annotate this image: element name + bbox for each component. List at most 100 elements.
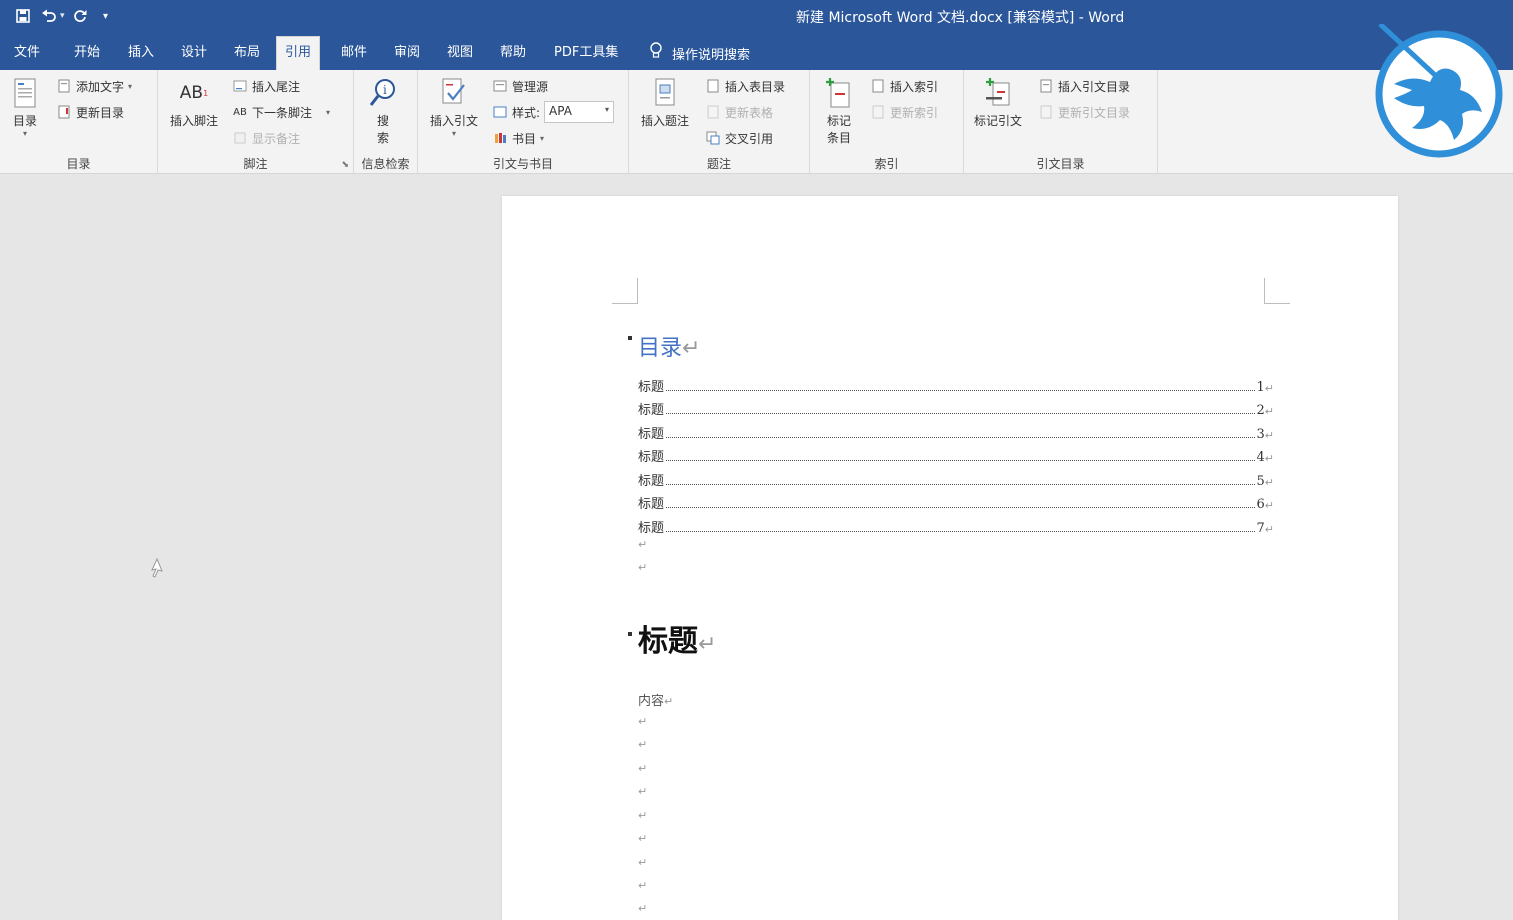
next-footnote-button[interactable]: AB 下一条脚注 ▾ <box>232 101 330 123</box>
para-mark: ↵ <box>1264 475 1274 489</box>
show-notes-button[interactable]: 显示备注 <box>232 127 300 149</box>
undo-dropdown-icon[interactable]: ▾ <box>60 11 65 21</box>
cross-reference-button[interactable]: 交叉引用 <box>705 127 773 149</box>
toc-entry-page: 7 <box>1256 520 1265 536</box>
toc-entry[interactable]: 标题 5 ↵ <box>638 465 1274 489</box>
toc-entry-page: 3 <box>1256 426 1265 442</box>
tell-me-label: 操作说明搜索 <box>672 47 751 63</box>
empty-paragraph[interactable]: ↵ <box>638 785 647 798</box>
tab-home[interactable]: 开始 <box>66 40 108 70</box>
empty-paragraph[interactable]: ↵ <box>638 856 647 869</box>
svg-text:i: i <box>383 83 387 97</box>
toc-entry[interactable]: 标题 3 ↵ <box>638 418 1274 442</box>
manage-sources-button[interactable]: 管理源 <box>492 75 548 97</box>
style-select[interactable]: APA ▾ <box>544 101 615 123</box>
tab-review[interactable]: 审阅 <box>386 40 428 70</box>
tab-pdf-tools[interactable]: PDF工具集 <box>546 40 626 70</box>
mouse-pointer-icon <box>151 558 163 578</box>
insert-citation-button[interactable]: 插入引文 ▾ <box>430 76 478 138</box>
empty-paragraph[interactable]: ↵ <box>638 561 647 574</box>
empty-paragraph[interactable]: ↵ <box>638 902 647 915</box>
toc-entry[interactable]: 标题 1 ↵ <box>638 371 1274 395</box>
body-paragraph[interactable]: 内容↵ <box>638 690 673 709</box>
para-mark: ↵ <box>682 336 701 361</box>
empty-paragraph[interactable]: ↵ <box>638 879 647 892</box>
mark-entry-icon <box>824 76 854 110</box>
search-label-2: 索 <box>376 131 389 145</box>
citation-style-control: 样式: APA ▾ <box>492 101 615 123</box>
toc-entry[interactable]: 标题 7 ↵ <box>638 512 1274 536</box>
insert-table-of-figures-button[interactable]: 插入表目录 <box>705 75 785 97</box>
tab-references[interactable]: 引用 <box>276 36 321 70</box>
update-toc-label: 更新目录 <box>76 105 125 120</box>
add-text-label: 添加文字 <box>76 79 125 94</box>
insert-toa-button[interactable]: 插入引文目录 <box>1038 75 1130 97</box>
update-toc-icon <box>56 104 72 120</box>
heading-1[interactable]: 标题↵ <box>638 616 716 660</box>
empty-paragraph[interactable]: ↵ <box>638 809 647 822</box>
mark-citation-button[interactable]: 标记引文 <box>974 76 1022 129</box>
mark-entry-button[interactable]: 标记 条目 <box>824 76 854 146</box>
cross-reference-icon <box>705 130 721 146</box>
toc-entry-text: 标题 <box>638 520 665 536</box>
update-table-button[interactable]: 更新表格 <box>705 101 773 123</box>
ribbon: 目录 ▾ 添加文字 ▾ 更新目录 目录 AB 1 插入脚注 插入尾注 AB 下一条… <box>0 70 1513 174</box>
bibliography-label: 书目 <box>512 131 537 146</box>
toc-entry[interactable]: 标题 4 ↵ <box>638 442 1274 465</box>
tab-help[interactable]: 帮助 <box>492 40 534 70</box>
empty-paragraph[interactable]: ↵ <box>638 832 647 845</box>
update-toa-button[interactable]: 更新引文目录 <box>1038 101 1130 123</box>
style-select-value: APA <box>549 104 572 118</box>
document-page[interactable]: 目录↵ 标题 1 ↵ 标题 2 ↵ 标题 3 ↵ 标题 4 ↵ 标题 5 ↵ 标题 6 ↵ 标题 7 ↵ <box>502 196 1398 920</box>
toc-button[interactable]: 目录 ▾ <box>10 76 40 138</box>
insert-footnote-button[interactable]: AB 1 插入脚注 <box>170 76 218 129</box>
customize-icon[interactable]: ▾ <box>95 5 117 27</box>
toc-entry-text: 标题 <box>638 426 665 442</box>
toc-entry[interactable]: 标题 2 ↵ <box>638 395 1274 418</box>
tab-insert[interactable]: 插入 <box>120 40 162 70</box>
update-toc-button[interactable]: 更新目录 <box>56 101 124 123</box>
knight-logo-icon <box>1372 22 1506 158</box>
search-button[interactable]: i 搜 索 <box>368 76 398 146</box>
insert-index-button[interactable]: 插入索引 <box>870 75 938 97</box>
toc-entry-text: 标题 <box>638 473 665 489</box>
endnote-icon <box>232 78 248 94</box>
toc-list: 标题 1 ↵ 标题 2 ↵ 标题 3 ↵ 标题 4 ↵ 标题 5 ↵ 标题 6 ↵ 标题 7 ↵ <box>638 371 1274 536</box>
insert-citation-icon <box>439 76 469 110</box>
title-bar: ▾ ▾ 新建 Microsoft Word 文档.docx [兼容模式] - W… <box>0 0 1513 34</box>
redo-icon[interactable] <box>69 5 91 27</box>
toc-dropdown-icon: ▾ <box>22 129 27 138</box>
document-title: 新建 Microsoft Word 文档.docx [兼容模式] - Word <box>796 10 1125 26</box>
tab-design[interactable]: 设计 <box>173 40 215 70</box>
undo-icon[interactable] <box>38 5 60 27</box>
tab-view[interactable]: 视图 <box>439 40 481 70</box>
save-icon[interactable] <box>12 5 34 27</box>
empty-paragraph[interactable]: ↵ <box>638 762 647 775</box>
group-authorities: 标记引文 插入引文目录 更新引文目录 引文目录 <box>964 70 1158 174</box>
insert-caption-button[interactable]: 插入题注 <box>641 76 689 129</box>
toc-heading[interactable]: 目录↵ <box>638 330 700 362</box>
tab-file[interactable]: 文件 <box>6 40 48 70</box>
insert-footnote-label: 插入脚注 <box>170 114 219 128</box>
empty-paragraph[interactable]: ↵ <box>638 538 647 551</box>
mark-entry-label-1: 标记 <box>826 114 851 128</box>
tell-me-search[interactable]: 操作说明搜索 <box>650 42 750 64</box>
toc-entry-page: 2 <box>1256 403 1265 418</box>
para-mark: ↵ <box>1264 405 1274 418</box>
bibliography-button[interactable]: 书目 ▾ <box>492 127 544 149</box>
add-text-button[interactable]: 添加文字 ▾ <box>56 75 132 97</box>
bibliography-dropdown-icon: ▾ <box>540 133 545 143</box>
toc-leader <box>666 530 1255 532</box>
group-captions: 插入题注 插入表目录 更新表格 交叉引用 题注 <box>629 70 810 174</box>
update-index-button[interactable]: 更新索引 <box>870 101 938 123</box>
toc-entry[interactable]: 标题 6 ↵ <box>638 489 1274 512</box>
tab-mailings[interactable]: 邮件 <box>333 40 375 70</box>
manage-sources-icon <box>492 78 508 94</box>
tab-layout[interactable]: 布局 <box>226 40 268 70</box>
empty-paragraph[interactable]: ↵ <box>638 738 647 751</box>
document-canvas[interactable]: 目录↵ 标题 1 ↵ 标题 2 ↵ 标题 3 ↵ 标题 4 ↵ 标题 5 ↵ 标题 6 ↵ 标题 7 ↵ <box>0 175 1513 920</box>
group-citations-label: 引文与书目 <box>492 157 553 171</box>
group-index: 标记 条目 插入索引 更新索引 索引 <box>810 70 964 174</box>
insert-endnote-button[interactable]: 插入尾注 <box>232 75 300 97</box>
empty-paragraph[interactable]: ↵ <box>638 715 647 728</box>
